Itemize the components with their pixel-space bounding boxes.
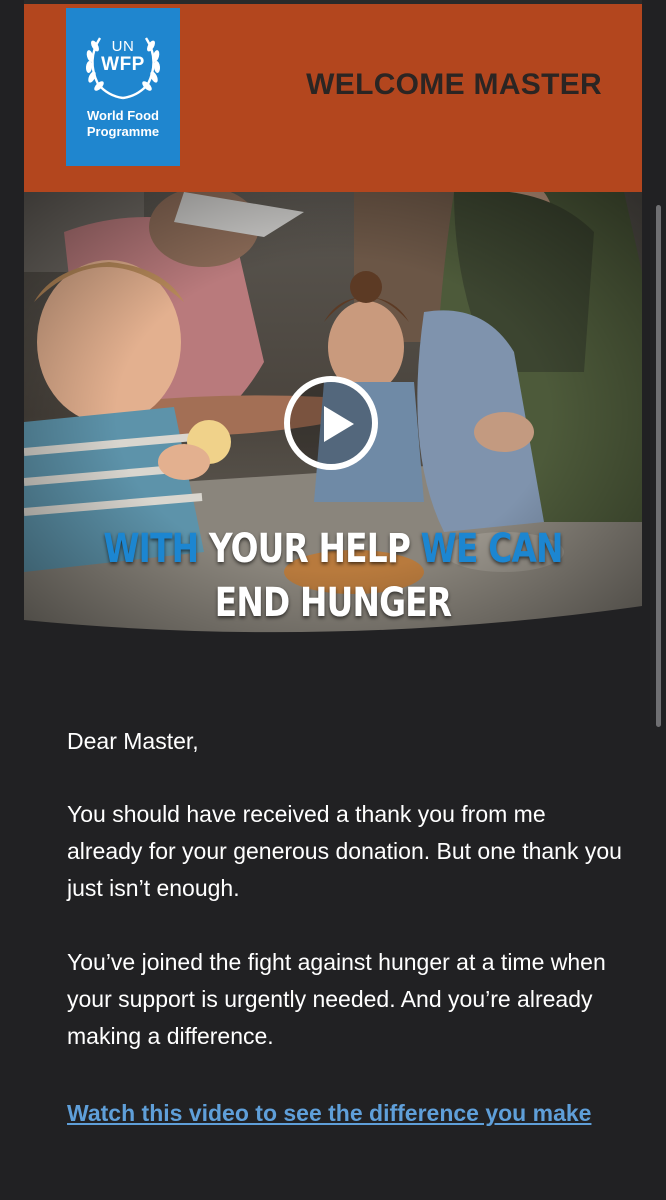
video-thumbnail[interactable]: WITH YOUR HELP WE CAN END HUNGER <box>24 192 642 638</box>
message-paragraph-1: You should have received a thank you fro… <box>67 801 622 901</box>
watch-video-link[interactable]: Watch this video to see the difference y… <box>67 1094 607 1132</box>
play-circle-icon[interactable] <box>284 376 378 470</box>
hero-bottom-curve <box>24 606 642 638</box>
wfp-logo: UN WFP World Food Programme <box>66 8 180 166</box>
tagline-word-with: WITH <box>103 526 199 572</box>
header-banner: UN WFP World Food Programme WELCOME MAST… <box>24 0 642 196</box>
tagline-we-can: WE CAN <box>420 526 564 572</box>
hero-tagline-line1: WITH YOUR HELP WE CAN <box>80 527 587 571</box>
message-paragraph-2: You’ve joined the fight against hunger a… <box>67 949 606 1049</box>
welcome-heading: WELCOME MASTER <box>306 68 602 101</box>
logo-un-text: UN <box>111 38 135 55</box>
logo-name-line1: World Food <box>87 108 159 123</box>
email-view: UN WFP World Food Programme WELCOME MAST… <box>0 0 666 1200</box>
logo-wfp-text: WFP <box>101 54 145 75</box>
logo-name-line2: Programme <box>86 124 160 139</box>
tagline-your-help: YOUR HELP <box>208 526 411 572</box>
greeting-text: Dear Master, <box>67 728 199 754</box>
logo-organization-name: World Food Programme <box>66 108 180 140</box>
scrollbar-thumb[interactable] <box>656 205 661 727</box>
